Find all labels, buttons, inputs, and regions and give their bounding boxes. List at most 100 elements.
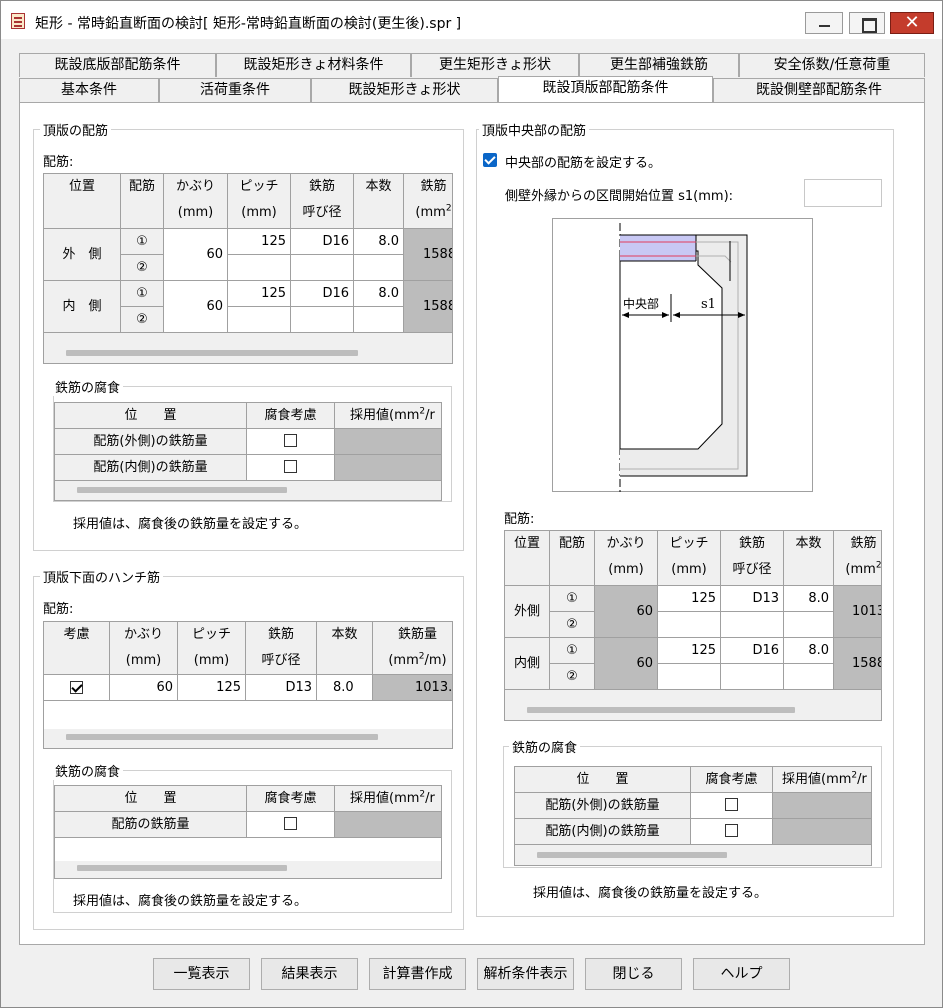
scrollbar-thumb[interactable] (77, 865, 287, 871)
haunch-rebar-grid[interactable]: 考慮 かぶり (mm) ピッチ (mm) 鉄筋 呼び径 本数 鉄筋量 (mm2/m) 6… (43, 621, 453, 749)
corrosion-row-outer-label: 配筋(外側)の鉄筋量 (55, 429, 247, 455)
haunch-consider-checkbox[interactable] (70, 681, 83, 694)
tab-renewal-box-shape[interactable]: 更生矩形きょ形状 (411, 53, 579, 77)
count-inner[interactable]: 8.0 (354, 281, 404, 307)
tab-renewal-reinforcement[interactable]: 更生部補強鉄筋 (579, 53, 739, 77)
center-rebar-grid[interactable]: 位置 配筋 かぶり (mm) ピッチ (mm) 鉄筋 呼び径 本数 鉄筋 (mm2 外側… (504, 530, 882, 721)
haunch-cover[interactable]: 60 (110, 675, 178, 701)
show-results-button[interactable]: 結果表示 (261, 958, 358, 990)
horizontal-scrollbar[interactable] (44, 730, 452, 748)
corrosion-header-consider: 腐食考慮 (247, 403, 335, 429)
center-corrosion-inner-checkbox[interactable] (725, 824, 738, 837)
center-cover-outer: 60 (595, 586, 658, 638)
corrosion-inner-checkbox[interactable] (284, 460, 297, 473)
list-view-button[interactable]: 一覧表示 (153, 958, 250, 990)
tab-live-load[interactable]: 活荷重条件 (159, 78, 311, 102)
center-rebar-checkbox[interactable] (483, 153, 497, 167)
s1-input[interactable] (804, 179, 882, 207)
center-header-count: 本数 (795, 536, 822, 551)
top-slab-rebar-title: 頂版の配筋 (40, 120, 112, 139)
tab-existing-box-shape[interactable]: 既設矩形きょ形状 (311, 78, 498, 102)
top-slab-corrosion-grid[interactable]: 位 置 腐食考慮 採用値(mm2/r 配筋(外側)の鉄筋量 配筋(内側)の鉄筋量 (54, 402, 442, 501)
center-header-area-sup: 2 (875, 560, 882, 571)
corrosion-header-adopted-end: /r (425, 408, 435, 423)
scrollbar-thumb[interactable] (77, 487, 287, 493)
tab-existing-bottom-slab-rebar[interactable]: 既設底版部配筋条件 (19, 53, 216, 77)
maximize-button[interactable] (849, 12, 885, 34)
horizontal-scrollbar[interactable] (505, 703, 881, 720)
center-header-rebar: 配筋 (558, 536, 585, 551)
tab-safety-factor-load[interactable]: 安全係数/任意荷重 (739, 53, 925, 77)
corrosion-header-position: 位 置 (55, 403, 247, 429)
pitch-inner[interactable]: 125 (228, 281, 291, 307)
haunch-pitch[interactable]: 125 (178, 675, 246, 701)
help-button[interactable]: ヘルプ (693, 958, 790, 990)
haunch-corrosion-checkbox[interactable] (284, 817, 297, 830)
center-corrosion-note: 採用値は、腐食後の鉄筋量を設定する。 (533, 886, 768, 901)
tab-existing-top-slab-rebar[interactable]: 既設頂版部配筋条件 (498, 76, 713, 102)
corrosion-header-adopted: 採用値(mm (350, 408, 420, 423)
scrollbar-thumb[interactable] (527, 707, 795, 713)
haunch-rebar-title: 頂版下面のハンチ筋 (40, 567, 164, 586)
center-corrosion-header-adopted: 採用値(mm (782, 772, 852, 787)
diameter-inner[interactable]: D16 (291, 281, 354, 307)
corrosion-outer-checkbox[interactable] (284, 434, 297, 447)
tab-existing-box-material[interactable]: 既設矩形きょ材料条件 (216, 53, 411, 77)
diagram-center-label: 中央部 (623, 296, 659, 311)
horizontal-scrollbar[interactable] (55, 483, 441, 500)
scrollbar-thumb[interactable] (537, 852, 727, 858)
haunch-diameter[interactable]: D13 (246, 675, 317, 701)
cover-outer[interactable]: 60 (164, 229, 228, 281)
center-header-area-unit: (mm (845, 562, 876, 577)
center-corrosion-row-outer-label: 配筋(外側)の鉄筋量 (515, 793, 691, 819)
haunch-corrosion-header-consider: 腐食考慮 (247, 786, 335, 812)
row-outer-num1: ① (121, 229, 164, 255)
corrosion-note: 採用値は、腐食後の鉄筋量を設定する。 (73, 517, 308, 532)
analysis-conditions-button[interactable]: 解析条件表示 (477, 958, 574, 990)
create-report-button[interactable]: 計算書作成 (369, 958, 466, 990)
horizontal-scrollbar[interactable] (44, 346, 452, 363)
horizontal-scrollbar[interactable] (515, 848, 871, 865)
center-count-outer[interactable]: 8.0 (784, 586, 834, 612)
header-pitch: ピッチ (239, 179, 279, 194)
haunch-count[interactable]: 8.0 (317, 675, 373, 701)
center-pitch-outer[interactable]: 125 (658, 586, 721, 612)
header-pitch-unit: (mm) (241, 205, 277, 220)
tab-existing-side-wall-rebar[interactable]: 既設側壁部配筋条件 (713, 78, 925, 102)
center-corrosion-outer-checkbox[interactable] (725, 798, 738, 811)
close-window-button[interactable]: ✕ (890, 12, 934, 34)
center-cover-inner: 60 (595, 638, 658, 690)
area-inner: 1588 (404, 281, 452, 333)
corrosion-row-inner-label: 配筋(内側)の鉄筋量 (55, 455, 247, 481)
haunch-header-cover: かぶり (123, 627, 163, 642)
center-row-position-outer: 外側 (505, 586, 550, 638)
tab-basic-conditions[interactable]: 基本条件 (19, 78, 159, 102)
diameter-outer[interactable]: D16 (291, 229, 354, 255)
area-outer: 1588 (404, 229, 452, 281)
top-slab-rebar-grid[interactable]: 位置 配筋 かぶり (mm) ピッチ (mm) 鉄筋 呼び径 本数 鉄筋 (mm2 外 … (43, 173, 453, 364)
horizontal-scrollbar[interactable] (55, 861, 441, 878)
haunch-corrosion-grid[interactable]: 位 置 腐食考慮 採用値(mm2/r 配筋の鉄筋量 (54, 785, 442, 879)
center-row-outer-num2: ② (550, 612, 595, 638)
center-diameter-outer[interactable]: D13 (721, 586, 784, 612)
row-position-inner: 内 側 (62, 299, 102, 314)
header-rebar: 配筋 (128, 179, 155, 194)
count-outer[interactable]: 8.0 (354, 229, 404, 255)
scrollbar-thumb[interactable] (66, 734, 378, 740)
center-rebar-checkbox-label[interactable]: 中央部の配筋を設定する。 (505, 152, 661, 171)
pitch-outer[interactable]: 125 (228, 229, 291, 255)
header-cover-unit: (mm) (177, 205, 214, 220)
header-area-sup: 2 (445, 203, 452, 214)
corrosion-title: 鉄筋の腐食 (52, 377, 124, 396)
center-pitch-inner[interactable]: 125 (658, 638, 721, 664)
haunch-corrosion-note: 採用値は、腐食後の鉄筋量を設定する。 (73, 894, 308, 909)
scrollbar-thumb[interactable] (66, 350, 358, 356)
minimize-button[interactable] (805, 12, 843, 34)
center-diameter-inner[interactable]: D16 (721, 638, 784, 664)
center-row-position-inner: 内側 (505, 638, 550, 690)
cover-inner[interactable]: 60 (164, 281, 228, 333)
center-count-inner[interactable]: 8.0 (784, 638, 834, 664)
close-button[interactable]: 閉じる (585, 958, 682, 990)
center-corrosion-grid[interactable]: 位 置 腐食考慮 採用値(mm2/r 配筋(外側)の鉄筋量 配筋(内側)の鉄筋量 (514, 766, 872, 866)
haunch-corrosion-adopted (335, 812, 441, 838)
